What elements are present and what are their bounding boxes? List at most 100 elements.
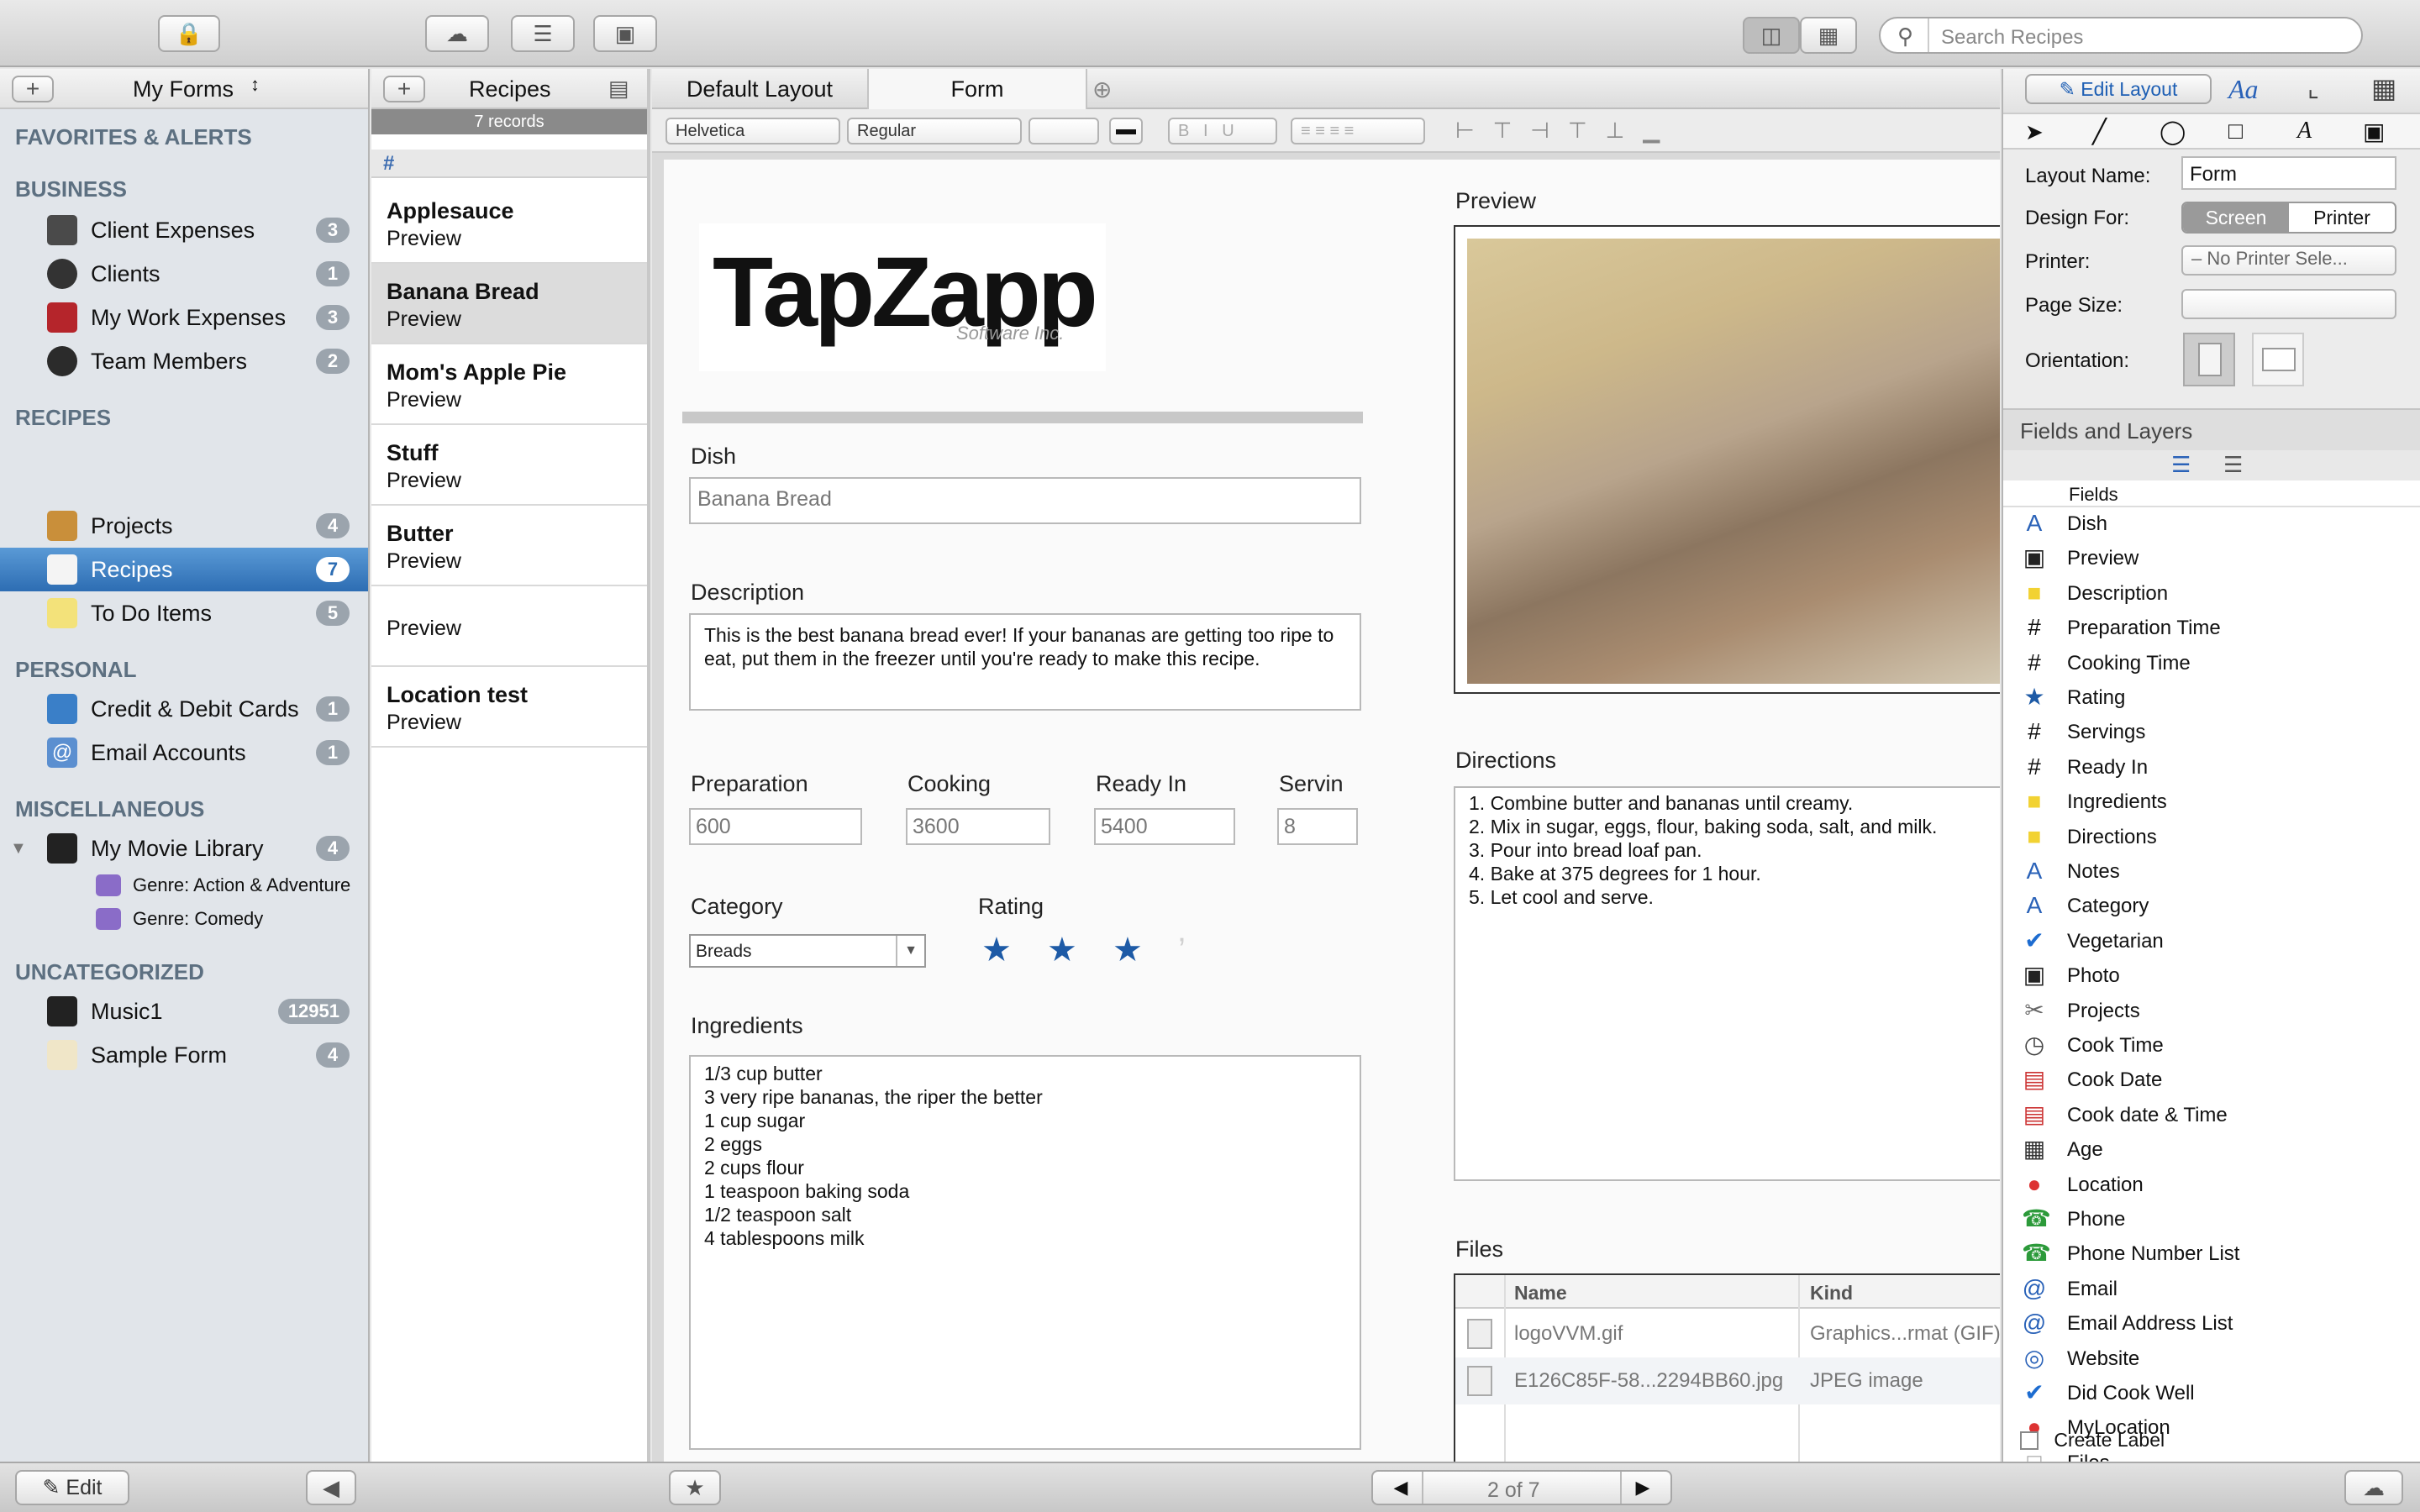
field-row[interactable]: @ Email Address List (2003, 1307, 2420, 1339)
field-row[interactable]: ■ Ingredients (2003, 785, 2420, 817)
field-row[interactable]: ☎ Phone (2003, 1203, 2420, 1235)
field-row[interactable]: # Cooking Time (2003, 647, 2420, 679)
font-family-select[interactable]: Helvetica (666, 118, 840, 144)
previous-record-button[interactable]: ◀ (1380, 1472, 1423, 1504)
tab-default-layout[interactable]: Default Layout (652, 69, 869, 109)
record-item-selected[interactable]: Banana Bread Preview (371, 264, 647, 344)
field-row[interactable]: A Dish (2003, 507, 2420, 539)
rectangle-tool-icon[interactable]: □ (2228, 118, 2243, 144)
sidebar-item-genre-action[interactable]: Genre: Action & Adventure (0, 869, 368, 902)
field-row[interactable]: ✔ Vegetarian (2003, 925, 2420, 957)
servings-field[interactable]: 8 (1277, 808, 1358, 845)
sidebar-item-to-do-items[interactable]: To Do Items 5 (0, 591, 368, 635)
field-row[interactable]: ▣ Preview (2003, 542, 2420, 574)
add-form-button[interactable]: + (12, 76, 54, 102)
file-row[interactable]: logoVVM.gif Graphics...rmat (GIF) (1455, 1310, 2000, 1357)
document-icon[interactable]: ▤ (608, 76, 629, 102)
search-input[interactable]: Search Recipes (1941, 26, 2083, 50)
sidebar-item-recipes[interactable]: Recipes 7 (0, 548, 368, 591)
collapse-sidebar-button[interactable]: ◀ (306, 1470, 356, 1505)
ready-in-field[interactable]: 5400 (1094, 808, 1235, 845)
rating-stars[interactable]: ★ ★ ★’ (981, 931, 1244, 969)
landscape-button[interactable] (2252, 333, 2304, 386)
create-label-check[interactable] (2020, 1431, 2039, 1450)
layout-name-field[interactable]: Form (2181, 156, 2396, 190)
field-row[interactable]: A Notes (2003, 855, 2420, 887)
text-style-group[interactable]: B I U (1168, 118, 1277, 144)
tab-form[interactable]: Form (869, 69, 1087, 109)
preparation-field[interactable]: 600 (689, 808, 862, 845)
field-row[interactable]: @ Email (2003, 1273, 2420, 1305)
field-row[interactable]: # Servings (2003, 716, 2420, 748)
sidebar-item-team-members[interactable]: Team Members 2 (0, 339, 368, 383)
ruler-icon[interactable]: ⌞ (2307, 74, 2319, 103)
field-row[interactable]: ✔ Did Cook Well (2003, 1377, 2420, 1409)
directions-field[interactable]: 1. Combine butter and bananas until crea… (1454, 786, 2000, 1181)
page-size-select[interactable] (2181, 289, 2396, 319)
field-row[interactable]: ▤ Cook date & Time (2003, 1099, 2420, 1131)
field-row[interactable]: A Category (2003, 890, 2420, 921)
sidebar-item-credit-debit-cards[interactable]: Credit & Debit Cards 1 (0, 687, 368, 731)
portrait-button[interactable] (2183, 333, 2235, 386)
file-row[interactable]: E126C85F-58...2294BB60.jpg JPEG image (1455, 1357, 2000, 1404)
sidebar-item-projects[interactable]: Projects 4 (0, 504, 368, 548)
field-row[interactable]: ■ Description (2003, 577, 2420, 609)
sidebar-item-my-work-expenses[interactable]: My Work Expenses 3 (0, 296, 368, 339)
field-row[interactable]: # Ready In (2003, 751, 2420, 783)
field-row[interactable]: ◎ Website (2003, 1342, 2420, 1374)
add-record-button[interactable]: + (383, 76, 425, 102)
sidebar-item-client-expenses[interactable]: Client Expenses 3 (0, 208, 368, 252)
sidebar-item-music1[interactable]: Music1 12951 (0, 990, 368, 1033)
fields-view-icon[interactable]: ☰ (2171, 452, 2191, 478)
star-icon[interactable]: ’ (1178, 932, 1244, 969)
record-item[interactable]: Mom's Apple Pie Preview (371, 344, 647, 425)
inbox-button[interactable]: ▣ (593, 15, 657, 52)
grid-icon[interactable]: ▦ (2371, 72, 2396, 104)
sidebar-item-email-accounts[interactable]: @ Email Accounts 1 (0, 731, 368, 774)
preview-image[interactable] (1454, 225, 2000, 694)
sidebar-item-genre-comedy[interactable]: Genre: Comedy (0, 902, 368, 936)
description-field[interactable]: This is the best banana bread ever! If y… (689, 613, 1361, 711)
pointer-tool-icon[interactable]: ➤ (2025, 119, 2044, 145)
screen-segment[interactable]: Screen (2183, 203, 2289, 232)
star-icon[interactable]: ★ (1113, 931, 1178, 969)
text-tool-icon[interactable]: A (2297, 118, 2312, 144)
ingredients-field[interactable]: 1/3 cup butter 3 very ripe bananas, the r… (689, 1055, 1361, 1450)
disclosure-triangle-icon[interactable]: ▼ (10, 839, 27, 858)
record-item[interactable]: Stuff Preview (371, 425, 647, 506)
add-tab-icon[interactable]: ⊕ (1092, 76, 1112, 103)
field-row[interactable]: ✂ Projects (2003, 995, 2420, 1026)
record-item[interactable]: Preview (371, 586, 647, 667)
sync-button[interactable]: ☁ (2344, 1470, 2403, 1505)
sidebar-item-sample-form[interactable]: Sample Form 4 (0, 1033, 368, 1077)
camera-tool-icon[interactable]: ▣ (2363, 118, 2385, 145)
layers-view-icon[interactable]: ☰ (2223, 452, 2243, 478)
font-style-select[interactable]: Regular (847, 118, 1022, 144)
field-row[interactable]: ▤ Cook Date (2003, 1063, 2420, 1095)
edit-layout-button[interactable]: ✎ Edit Layout (2025, 74, 2212, 104)
list-view-button[interactable]: ☰ (511, 15, 575, 52)
edit-sidebar-button[interactable]: ✎ Edit (15, 1470, 129, 1505)
record-item[interactable]: Butter Preview (371, 506, 647, 586)
printer-select[interactable]: – No Printer Sele... (2181, 245, 2396, 276)
record-item[interactable]: Applesauce Preview (371, 183, 647, 264)
search-field[interactable]: ⚲ Search Recipes (1879, 17, 2363, 54)
field-row[interactable]: ▣ Photo (2003, 959, 2420, 991)
cooking-field[interactable]: 3600 (906, 808, 1050, 845)
split-view-button[interactable]: ▦ (1800, 17, 1857, 54)
field-row[interactable]: ☎ Phone Number List (2003, 1237, 2420, 1269)
field-row[interactable]: ◷ Cook Time (2003, 1029, 2420, 1061)
next-record-button[interactable]: ▶ (1620, 1472, 1664, 1504)
sidebar-item-my-movie-library[interactable]: ▼ My Movie Library 4 (0, 827, 368, 870)
font-size-select[interactable] (1028, 118, 1099, 144)
files-table[interactable]: Name Kind logoVVM.gif Graphics...rmat (G… (1454, 1273, 2000, 1462)
favorite-button[interactable]: ★ (669, 1470, 721, 1505)
star-icon[interactable]: ★ (981, 931, 1047, 969)
alignment-group[interactable]: ≡ ≡ ≡ ≡ (1291, 118, 1425, 144)
cloud-button[interactable]: ☁ (425, 15, 489, 52)
field-row[interactable]: # Preparation Time (2003, 612, 2420, 643)
field-row[interactable]: ● Location (2003, 1168, 2420, 1200)
field-row[interactable]: ■ Directions (2003, 821, 2420, 853)
forms-selector[interactable]: My Forms (133, 76, 234, 102)
dish-field[interactable]: Banana Bread (689, 477, 1361, 524)
